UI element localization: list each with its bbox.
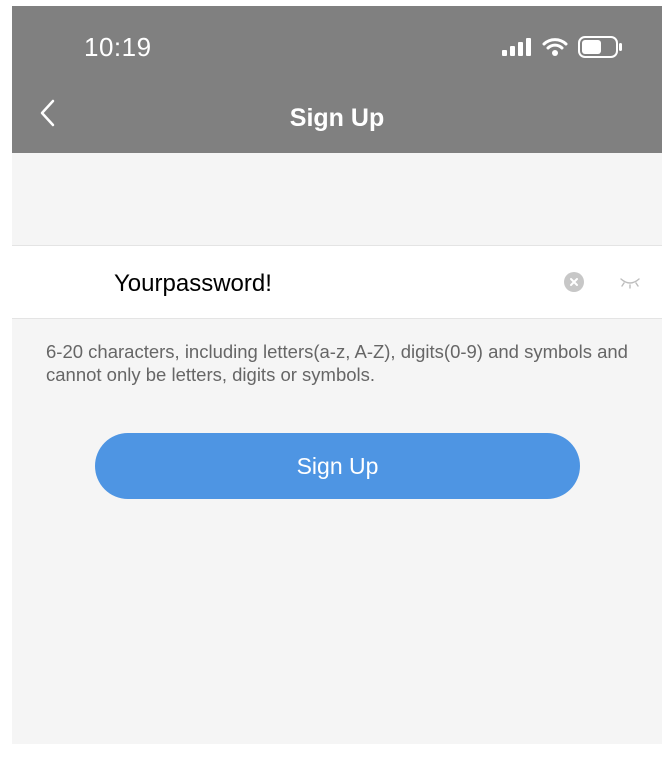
clear-icon — [564, 278, 584, 296]
password-visibility-toggle[interactable] — [618, 274, 642, 290]
clear-button[interactable] — [564, 272, 584, 292]
battery-icon — [578, 36, 622, 63]
status-time: 10:19 — [84, 32, 152, 62]
password-input[interactable] — [114, 270, 534, 298]
eye-closed-icon — [618, 277, 642, 294]
password-row — [12, 245, 662, 319]
sign-up-button[interactable]: Sign Up — [95, 433, 580, 499]
password-hint: 6-20 characters, including letters(a-z, … — [46, 341, 628, 385]
header-bar: 10:19 Sign Up — [12, 6, 662, 153]
wifi-icon — [542, 37, 568, 62]
phone-screen: 10:19 Sign Up Yourpassword! 6-20 charact… — [12, 6, 662, 744]
page-title: Sign Up — [289, 104, 385, 132]
status-icons — [502, 36, 622, 63]
signal-icon — [502, 38, 532, 61]
